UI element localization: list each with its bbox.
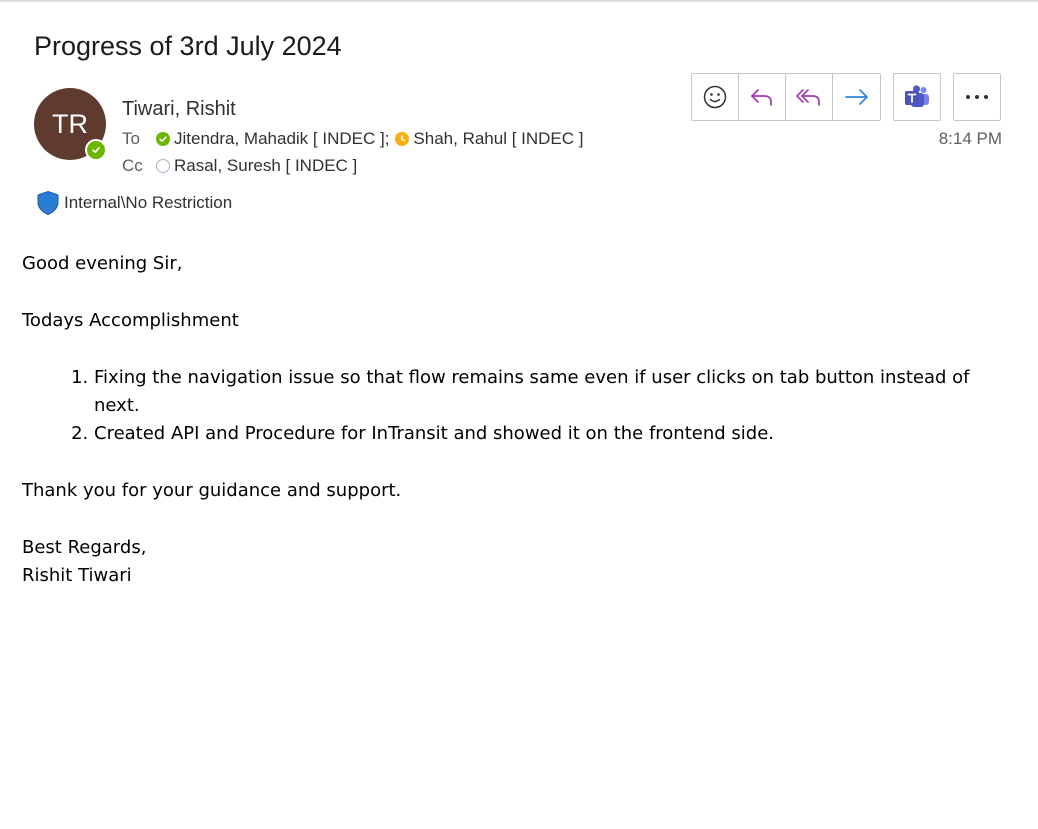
reply-actions-group (691, 73, 881, 121)
more-icon (966, 95, 988, 99)
body-signature: Rishit Tiwari (22, 565, 132, 586)
teams-chat-button[interactable] (893, 73, 941, 121)
reply-all-button[interactable] (786, 74, 833, 120)
react-button[interactable] (692, 74, 739, 120)
shield-icon (37, 190, 59, 216)
email-body: Good evening Sir, Todays Accomplishment … (22, 250, 982, 590)
reply-all-icon (796, 89, 820, 106)
sender-name[interactable]: Tiwari, Rishit (122, 98, 236, 121)
sensitivity-text: Internal\No Restriction (64, 193, 233, 212)
sensitivity-label[interactable]: Internal\No Restriction (36, 190, 232, 216)
window-top-edge (0, 0, 1038, 3)
body-thanks: Thank you for your guidance and support. (22, 480, 402, 501)
list-item: Fixing the navigation issue so that flow… (94, 364, 982, 420)
emoji-icon (703, 85, 727, 109)
recipient-cc-1[interactable]: Rasal, Suresh [ INDEC ] (174, 156, 357, 176)
status-offline-icon (156, 159, 170, 173)
to-label: To (122, 129, 140, 148)
body-heading: Todays Accomplishment (22, 310, 239, 331)
received-time: 8:14 PM (938, 129, 1002, 148)
cc-row: Cc Rasal, Suresh [ INDEC ] (122, 156, 363, 176)
toolbar-spacer-2 (941, 73, 953, 121)
forward-button[interactable] (833, 74, 880, 120)
recipient-to-1[interactable]: Jitendra, Mahadik [ INDEC ]; (174, 129, 389, 149)
list-item: Created API and Procedure for InTransit … (94, 420, 982, 448)
avatar-initials: TR (52, 108, 88, 139)
email-subject: Progress of 3rd July 2024 (34, 31, 342, 61)
message-actions-toolbar (691, 73, 1001, 121)
reply-button[interactable] (739, 74, 786, 120)
more-actions-button[interactable] (953, 73, 1001, 121)
forward-icon (844, 89, 868, 105)
to-row: To Jitendra, Mahadik [ INDEC ]; Shah, Ra… (122, 129, 590, 149)
body-closing: Best Regards, (22, 537, 147, 558)
status-available-icon (156, 132, 170, 146)
accomplishment-list: Fixing the navigation issue so that flow… (22, 364, 982, 448)
body-greeting: Good evening Sir, (22, 253, 183, 274)
recipient-to-2[interactable]: Shah, Rahul [ INDEC ] (413, 129, 583, 149)
teams-icon (905, 85, 929, 107)
status-away-icon (395, 132, 410, 146)
presence-available-icon (85, 139, 107, 161)
reply-icon (751, 89, 772, 106)
cc-label: Cc (122, 156, 143, 175)
